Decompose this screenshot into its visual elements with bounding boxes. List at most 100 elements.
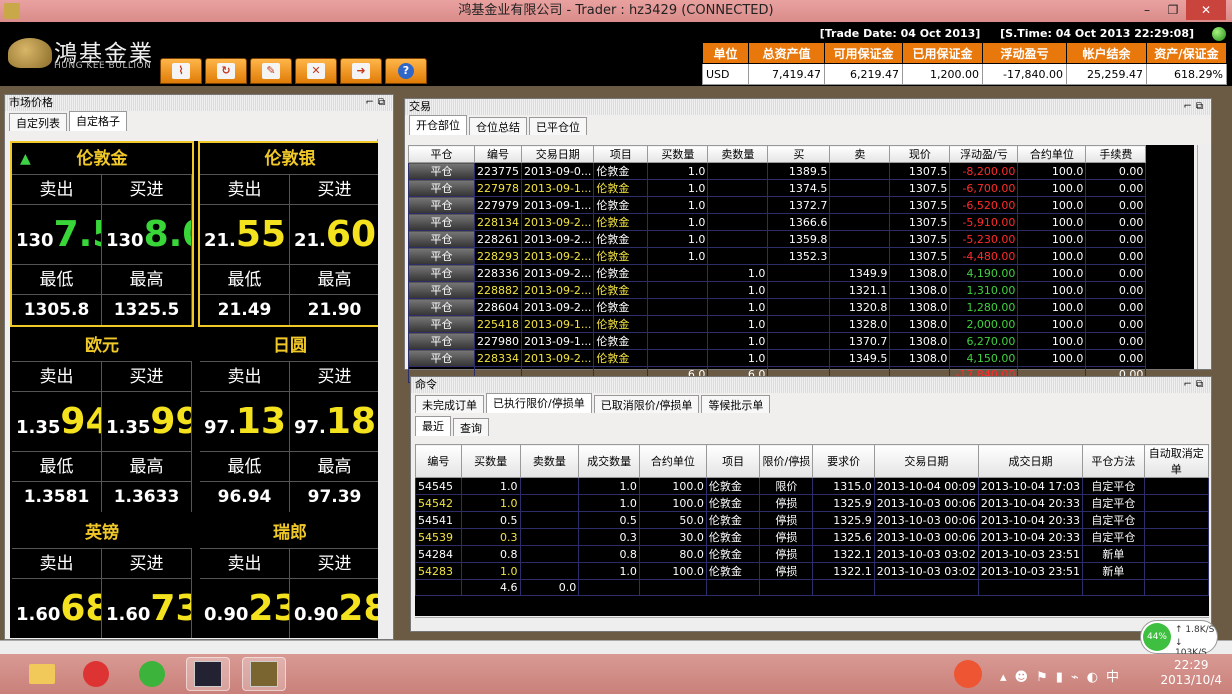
sell-price-button[interactable]: 97.13 — [200, 392, 290, 452]
close-position-button[interactable]: 平仓 — [408, 179, 475, 197]
tab-custom-grid[interactable]: 自定格子 — [69, 111, 127, 131]
tab-closed-positions[interactable]: 已平仓位 — [529, 117, 587, 135]
close-position-button[interactable]: 平仓 — [408, 196, 475, 214]
positions-column-header[interactable]: 合约单位 — [1017, 145, 1087, 163]
instrument-tile[interactable]: 日圆 卖出 买进 97.13 97.18 最低 最高 96.94 97.39 — [198, 328, 378, 514]
positions-column-header[interactable]: 交易日期 — [520, 145, 595, 163]
position-row[interactable]: 平仓 228293 2013-09-2... 伦敦金 1.0 1352.3 1307.5 -4… — [408, 247, 1147, 265]
positions-column-header[interactable]: 买 — [767, 145, 831, 163]
tab-cancelled-orders[interactable]: 已取消限价/停损单 — [593, 395, 700, 413]
position-row[interactable]: 平仓 223775 2013-09-0... 伦敦金 1.0 1389.5 1307.5 -8… — [408, 162, 1147, 180]
position-row[interactable]: 平仓 228334 2013-09-2... 伦敦金 1.0 1349.5 1308.0 4,… — [408, 349, 1147, 367]
security-icon[interactable] — [946, 657, 990, 691]
orders-column-header[interactable]: 自动取消定单 — [1143, 444, 1210, 478]
positions-column-header[interactable]: 项目 — [593, 145, 649, 163]
positions-column-header[interactable]: 卖数量 — [707, 145, 769, 163]
buy-price-button[interactable]: 1308.0 — [102, 205, 192, 265]
app-launcher-icon[interactable] — [74, 657, 118, 691]
position-row[interactable]: 平仓 227979 2013-09-1... 伦敦金 1.0 1372.7 1307.5 -6… — [408, 196, 1147, 214]
positions-column-header[interactable]: 买数量 — [647, 145, 709, 163]
close-position-button[interactable]: 平仓 — [408, 349, 475, 367]
instrument-tile[interactable]: 瑞郎卖出买进0.90230.9028 — [198, 515, 378, 638]
position-row[interactable]: 平仓 228261 2013-09-2... 伦敦金 1.0 1359.8 1307.5 -5… — [408, 230, 1147, 248]
refresh-button[interactable]: ↻ — [205, 58, 247, 84]
position-row[interactable]: 平仓 228336 2013-09-2... 伦敦金 1.0 1349.9 1308.0 4,… — [408, 264, 1147, 282]
orders-column-header[interactable]: 限价/停损 — [759, 444, 814, 478]
order-row[interactable]: 54283 1.0 1.0 100.0 伦敦金 停损 1322.1 2013-10-03 03… — [415, 562, 1210, 580]
close-position-button[interactable]: 平仓 — [408, 230, 475, 248]
positions-column-header[interactable]: 浮动盈/亏 — [949, 145, 1019, 163]
orders-column-header[interactable]: 成交数量 — [578, 444, 640, 478]
popout-icon[interactable]: ⧉ — [378, 97, 389, 108]
tab-recent[interactable]: 最近 — [415, 416, 451, 436]
orders-column-header[interactable]: 合约单位 — [638, 444, 707, 478]
file-explorer-icon[interactable] — [20, 657, 64, 691]
close-icon[interactable]: ✕ — [1186, 0, 1226, 20]
tab-query[interactable]: 查询 — [453, 418, 489, 436]
orders-column-header[interactable]: 编号 — [415, 444, 462, 478]
orders-column-header[interactable]: 平仓方法 — [1082, 444, 1145, 478]
tab-custom-list[interactable]: 自定列表 — [9, 113, 67, 131]
tray-icons[interactable]: ▴☻⚑▮⌁◐中 — [1000, 666, 1127, 685]
positions-column-header[interactable]: 手续费 — [1085, 145, 1147, 163]
position-row[interactable]: 平仓 227978 2013-09-1... 伦敦金 1.0 1374.5 1307.5 -6… — [408, 179, 1147, 197]
position-row[interactable]: 平仓 225418 2013-09-1... 伦敦金 1.0 1328.0 1308.0 2,… — [408, 315, 1147, 333]
close-position-button[interactable]: 平仓 — [408, 247, 475, 265]
order-row[interactable]: 54542 1.0 1.0 100.0 伦敦金 停损 1325.9 2013-10-03 00… — [415, 494, 1210, 512]
close-position-button[interactable]: 平仓 — [408, 264, 475, 282]
orders-column-header[interactable]: 卖数量 — [519, 444, 580, 478]
trade-scrollbar[interactable] — [1197, 145, 1211, 369]
orders-column-header[interactable]: 成交日期 — [977, 444, 1084, 478]
buy-price-button[interactable]: 1.6073 — [102, 579, 192, 638]
restore-icon[interactable]: ⌐ — [1183, 101, 1195, 112]
sell-price-button[interactable]: 0.9023 — [200, 579, 290, 638]
trader-app-icon[interactable] — [242, 657, 286, 691]
close-position-button[interactable]: 平仓 — [408, 281, 475, 299]
positions-column-header[interactable]: 平仓 — [408, 145, 475, 163]
positions-column-header[interactable]: 编号 — [474, 145, 522, 163]
report-button[interactable]: ✎ — [250, 58, 292, 84]
order-row[interactable]: 54284 0.8 0.8 80.0 伦敦金 停损 1322.1 2013-10-03 03:… — [415, 545, 1210, 563]
position-row[interactable]: 平仓 228882 2013-09-2... 伦敦金 1.0 1321.1 1308.0 1,… — [408, 281, 1147, 299]
instrument-tile[interactable]: 英镑卖出买进1.60681.6073 — [10, 515, 194, 638]
position-row[interactable]: 平仓 228134 2013-09-2... 伦敦金 1.0 1366.6 1307.5 -5… — [408, 213, 1147, 231]
instrument-tile[interactable]: 欧元卖出买进1.35941.3599最低最高1.35811.3633 — [10, 328, 194, 514]
position-row[interactable]: 平仓 227980 2013-09-1... 伦敦金 1.0 1370.7 1308.0 6,… — [408, 332, 1147, 350]
popout-icon[interactable]: ⧉ — [1196, 379, 1207, 390]
tab-awaiting-orders[interactable]: 等候批示单 — [701, 395, 771, 413]
buy-price-button[interactable]: 21.60 — [290, 205, 378, 265]
sell-price-button[interactable]: 21.55 — [200, 205, 290, 265]
order-row[interactable]: 54539 0.3 0.3 30.0 伦敦金 停损 1325.6 2013-10-03 00:… — [415, 528, 1210, 546]
chart-app-icon[interactable] — [186, 657, 230, 691]
close-position-button[interactable]: 平仓 — [408, 332, 475, 350]
buy-price-button[interactable]: 97.18 — [290, 392, 378, 452]
maximize-icon[interactable]: ❐ — [1160, 0, 1186, 20]
tab-pending-orders[interactable]: 未完成订单 — [415, 395, 484, 413]
tools-button[interactable]: ✕ — [295, 58, 337, 84]
browser-icon[interactable] — [130, 657, 174, 691]
logout-button[interactable]: ➜ — [340, 58, 382, 84]
restore-icon[interactable]: ⌐ — [365, 97, 377, 108]
instrument-tile[interactable]: 伦敦银 卖出 买进 21.55 21.60 最低 最高 21.49 21.90 — [198, 141, 378, 327]
popout-icon[interactable]: ⧉ — [1196, 101, 1207, 112]
close-position-button[interactable]: 平仓 — [408, 315, 475, 333]
orders-column-header[interactable]: 买数量 — [460, 444, 521, 478]
positions-column-header[interactable]: 现价 — [889, 145, 951, 163]
order-row[interactable]: 54541 0.5 0.5 50.0 伦敦金 停损 1325.9 2013-10-03 00:… — [415, 511, 1210, 529]
orders-column-header[interactable]: 交易日期 — [873, 444, 979, 478]
tab-position-summary[interactable]: 仓位总结 — [469, 117, 527, 135]
main-hscrollbar[interactable] — [0, 640, 1232, 654]
restore-icon[interactable]: ⌐ — [1183, 379, 1195, 390]
buy-price-button[interactable]: 1.3599 — [102, 392, 192, 452]
instrument-tile[interactable]: ▲伦敦金卖出买进1307.51308.0最低最高1305.81325.5 — [10, 141, 194, 327]
positions-column-header[interactable]: 卖 — [829, 145, 891, 163]
close-position-button[interactable]: 平仓 — [408, 213, 475, 231]
tab-executed-orders[interactable]: 已执行限价/停损单 — [486, 393, 592, 413]
orders-hscrollbar[interactable] — [415, 617, 1209, 631]
orders-column-header[interactable]: 要求价 — [812, 444, 875, 478]
app-icon[interactable] — [4, 3, 20, 19]
sell-price-button[interactable]: 1.3594 — [12, 392, 102, 452]
sell-price-button[interactable]: 1307.5 — [12, 205, 102, 265]
sell-price-button[interactable]: 1.6068 — [12, 579, 102, 638]
order-row[interactable]: 54545 1.0 1.0 100.0 伦敦金 限价 1315.0 2013-10-04 00… — [415, 477, 1210, 495]
